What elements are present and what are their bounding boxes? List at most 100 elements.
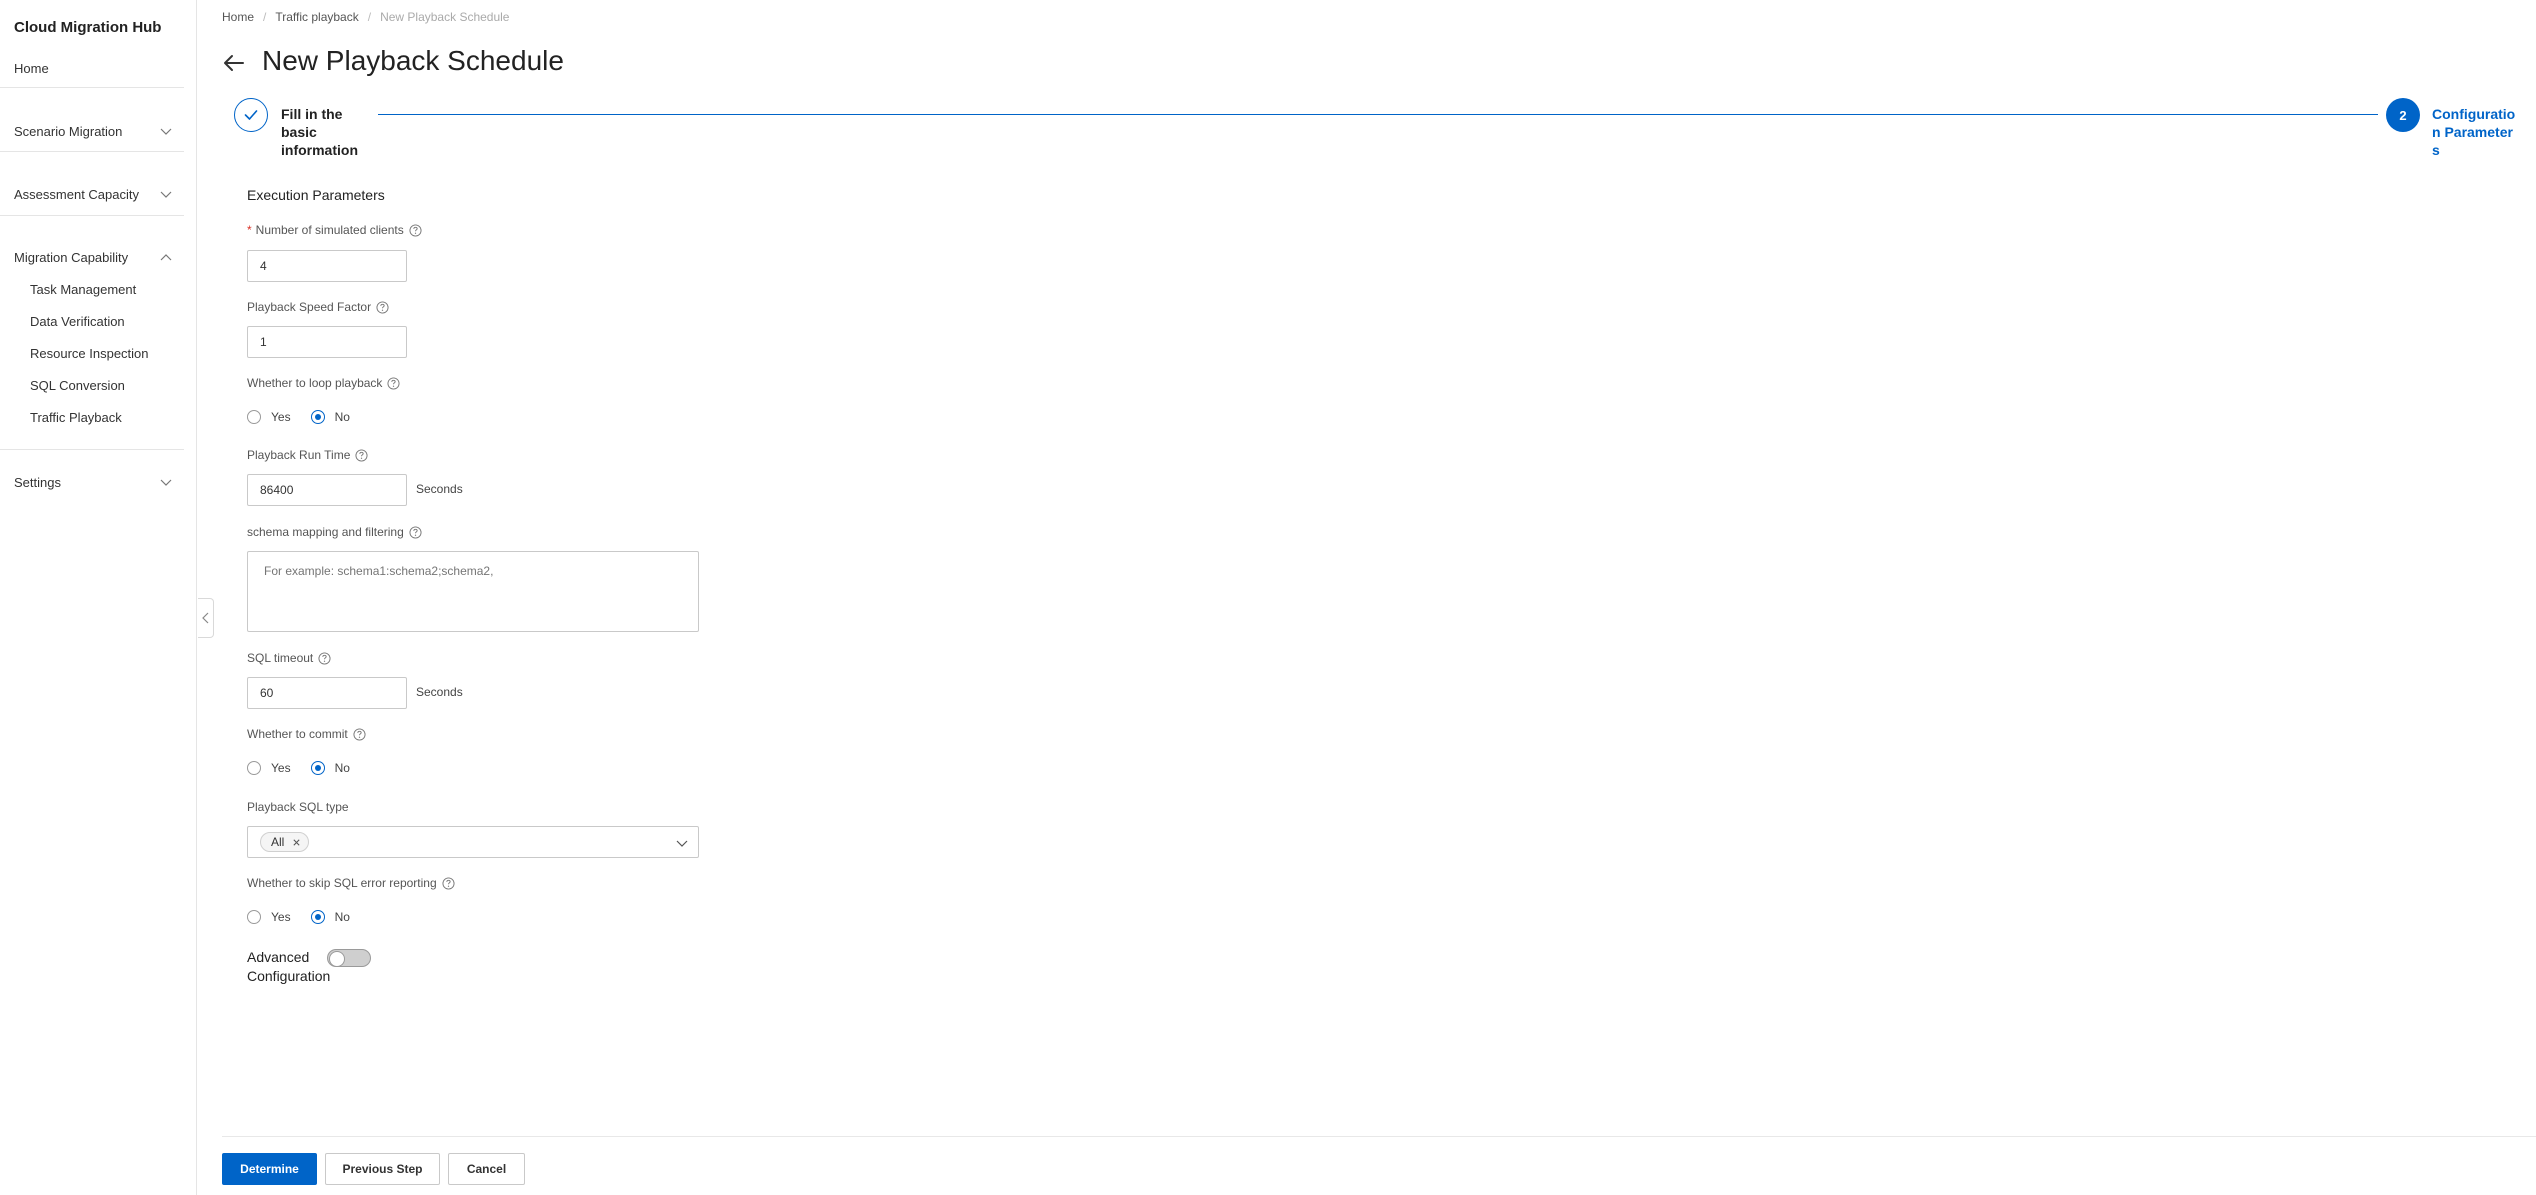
page-title: New Playback Schedule	[262, 45, 564, 76]
loop-label: Whether to loop playback	[247, 376, 400, 390]
sidebar-group-assessment-capacity[interactable]: Assessment Capacity	[14, 187, 139, 202]
schema-label: schema mapping and filtering	[247, 525, 422, 539]
required-mark: *	[247, 223, 252, 237]
speed-input[interactable]	[247, 326, 407, 358]
commit-radio-yes[interactable]: Yes	[247, 761, 291, 775]
close-icon[interactable]	[292, 838, 301, 847]
help-icon[interactable]	[318, 651, 331, 665]
cancel-button[interactable]: Cancel	[448, 1153, 525, 1185]
app-title: Cloud Migration Hub	[14, 19, 162, 36]
sidebar-divider	[0, 87, 184, 88]
sql-type-label-text: Playback SQL type	[247, 800, 349, 814]
sidebar-collapse-button[interactable]	[198, 598, 214, 638]
breadcrumb-home[interactable]: Home	[222, 10, 254, 24]
run-time-label-text: Playback Run Time	[247, 448, 351, 462]
sidebar-item-home[interactable]: Home	[14, 61, 49, 76]
breadcrumb-current: New Playback Schedule	[380, 10, 510, 24]
commit-label-text: Whether to commit	[247, 727, 348, 741]
radio-label: Yes	[271, 761, 291, 775]
run-time-label: Playback Run Time	[247, 448, 368, 462]
sidebar: Cloud Migration Hub Home Scenario Migrat…	[0, 0, 197, 1195]
loop-label-text: Whether to loop playback	[247, 376, 383, 390]
sidebar-group-settings[interactable]: Settings	[14, 475, 61, 490]
help-icon[interactable]	[409, 525, 422, 539]
sidebar-item-sql-conversion[interactable]: SQL Conversion	[30, 378, 125, 393]
help-icon[interactable]	[376, 300, 389, 314]
sql-timeout-input[interactable]	[247, 677, 407, 709]
radio-button[interactable]	[247, 410, 261, 424]
clients-input[interactable]	[247, 250, 407, 282]
chevron-up-icon[interactable]	[158, 250, 174, 266]
radio-label: Yes	[271, 910, 291, 924]
breadcrumb-separator: /	[263, 10, 267, 24]
step-1-indicator	[234, 98, 268, 132]
loop-radio-yes[interactable]: Yes	[247, 410, 291, 424]
help-icon[interactable]	[387, 376, 400, 390]
skip-error-label: Whether to skip SQL error reporting	[247, 876, 455, 890]
chevron-down-icon[interactable]	[158, 474, 174, 490]
sidebar-item-traffic-playback[interactable]: Traffic Playback	[30, 410, 122, 425]
radio-button-checked[interactable]	[310, 761, 325, 775]
skip-error-radio-group: Yes No	[247, 910, 370, 924]
radio-label: Yes	[271, 410, 291, 424]
step-2-label: Configuration Parameters	[2432, 106, 2516, 158]
sidebar-group-scenario-migration[interactable]: Scenario Migration	[14, 124, 122, 139]
sidebar-divider	[0, 449, 184, 450]
sql-type-select[interactable]: All	[247, 826, 699, 858]
step-1-label: Fill in the basic information	[281, 106, 358, 158]
clients-label: * Number of simulated clients	[247, 223, 422, 237]
section-title: Execution Parameters	[247, 187, 385, 203]
schema-textarea[interactable]	[247, 551, 699, 632]
sidebar-item-task-management[interactable]: Task Management	[30, 282, 136, 297]
sidebar-group-migration-capability[interactable]: Migration Capability	[14, 250, 128, 265]
schema-label-text: schema mapping and filtering	[247, 525, 404, 539]
help-icon[interactable]	[355, 448, 368, 462]
sql-type-label: Playback SQL type	[247, 800, 349, 814]
check-icon	[244, 110, 258, 120]
sql-timeout-unit: Seconds	[416, 685, 463, 699]
radio-button[interactable]	[247, 761, 261, 775]
step-2-indicator: 2	[2386, 98, 2420, 132]
sidebar-item-data-verification[interactable]: Data Verification	[30, 314, 125, 329]
commit-label: Whether to commit	[247, 727, 366, 741]
sidebar-item-resource-inspection[interactable]: Resource Inspection	[30, 346, 149, 361]
speed-label-text: Playback Speed Factor	[247, 300, 372, 314]
help-icon[interactable]	[442, 876, 455, 890]
skip-error-radio-no[interactable]: No	[310, 910, 350, 924]
step-connector	[378, 114, 2378, 115]
radio-label: No	[334, 910, 350, 924]
chevron-left-icon	[201, 612, 208, 624]
radio-label: No	[334, 761, 350, 775]
back-arrow-icon[interactable]	[222, 51, 246, 75]
determine-button[interactable]: Determine	[222, 1153, 317, 1185]
breadcrumb: Home / Traffic playback / New Playback S…	[222, 10, 509, 24]
clients-label-text: Number of simulated clients	[255, 223, 404, 237]
help-icon[interactable]	[353, 727, 366, 741]
chevron-down-icon[interactable]	[158, 123, 174, 139]
commit-radio-group: Yes No	[247, 761, 370, 775]
advanced-config-toggle[interactable]	[327, 949, 371, 967]
footer-divider	[222, 1136, 2536, 1137]
speed-label: Playback Speed Factor	[247, 300, 389, 314]
radio-label: No	[334, 410, 350, 424]
radio-button-checked[interactable]	[310, 910, 325, 924]
breadcrumb-traffic-playback[interactable]: Traffic playback	[275, 10, 358, 24]
sql-timeout-label-text: SQL timeout	[247, 651, 314, 665]
sidebar-divider	[0, 151, 184, 152]
chevron-down-icon[interactable]	[674, 835, 690, 851]
commit-radio-no[interactable]: No	[310, 761, 350, 775]
loop-radio-no[interactable]: No	[310, 410, 350, 424]
run-time-input[interactable]	[247, 474, 407, 506]
skip-error-label-text: Whether to skip SQL error reporting	[247, 876, 437, 890]
advanced-config-label: Advanced Configuration	[247, 949, 331, 984]
sql-timeout-label: SQL timeout	[247, 651, 331, 665]
help-icon[interactable]	[409, 223, 422, 237]
previous-step-button[interactable]: Previous Step	[325, 1153, 440, 1185]
radio-button[interactable]	[247, 910, 261, 924]
chevron-down-icon[interactable]	[158, 186, 174, 202]
radio-button-checked[interactable]	[310, 410, 325, 424]
tag-label: All	[271, 835, 285, 849]
sidebar-divider	[0, 215, 184, 216]
skip-error-radio-yes[interactable]: Yes	[247, 910, 291, 924]
run-time-unit: Seconds	[416, 482, 463, 496]
